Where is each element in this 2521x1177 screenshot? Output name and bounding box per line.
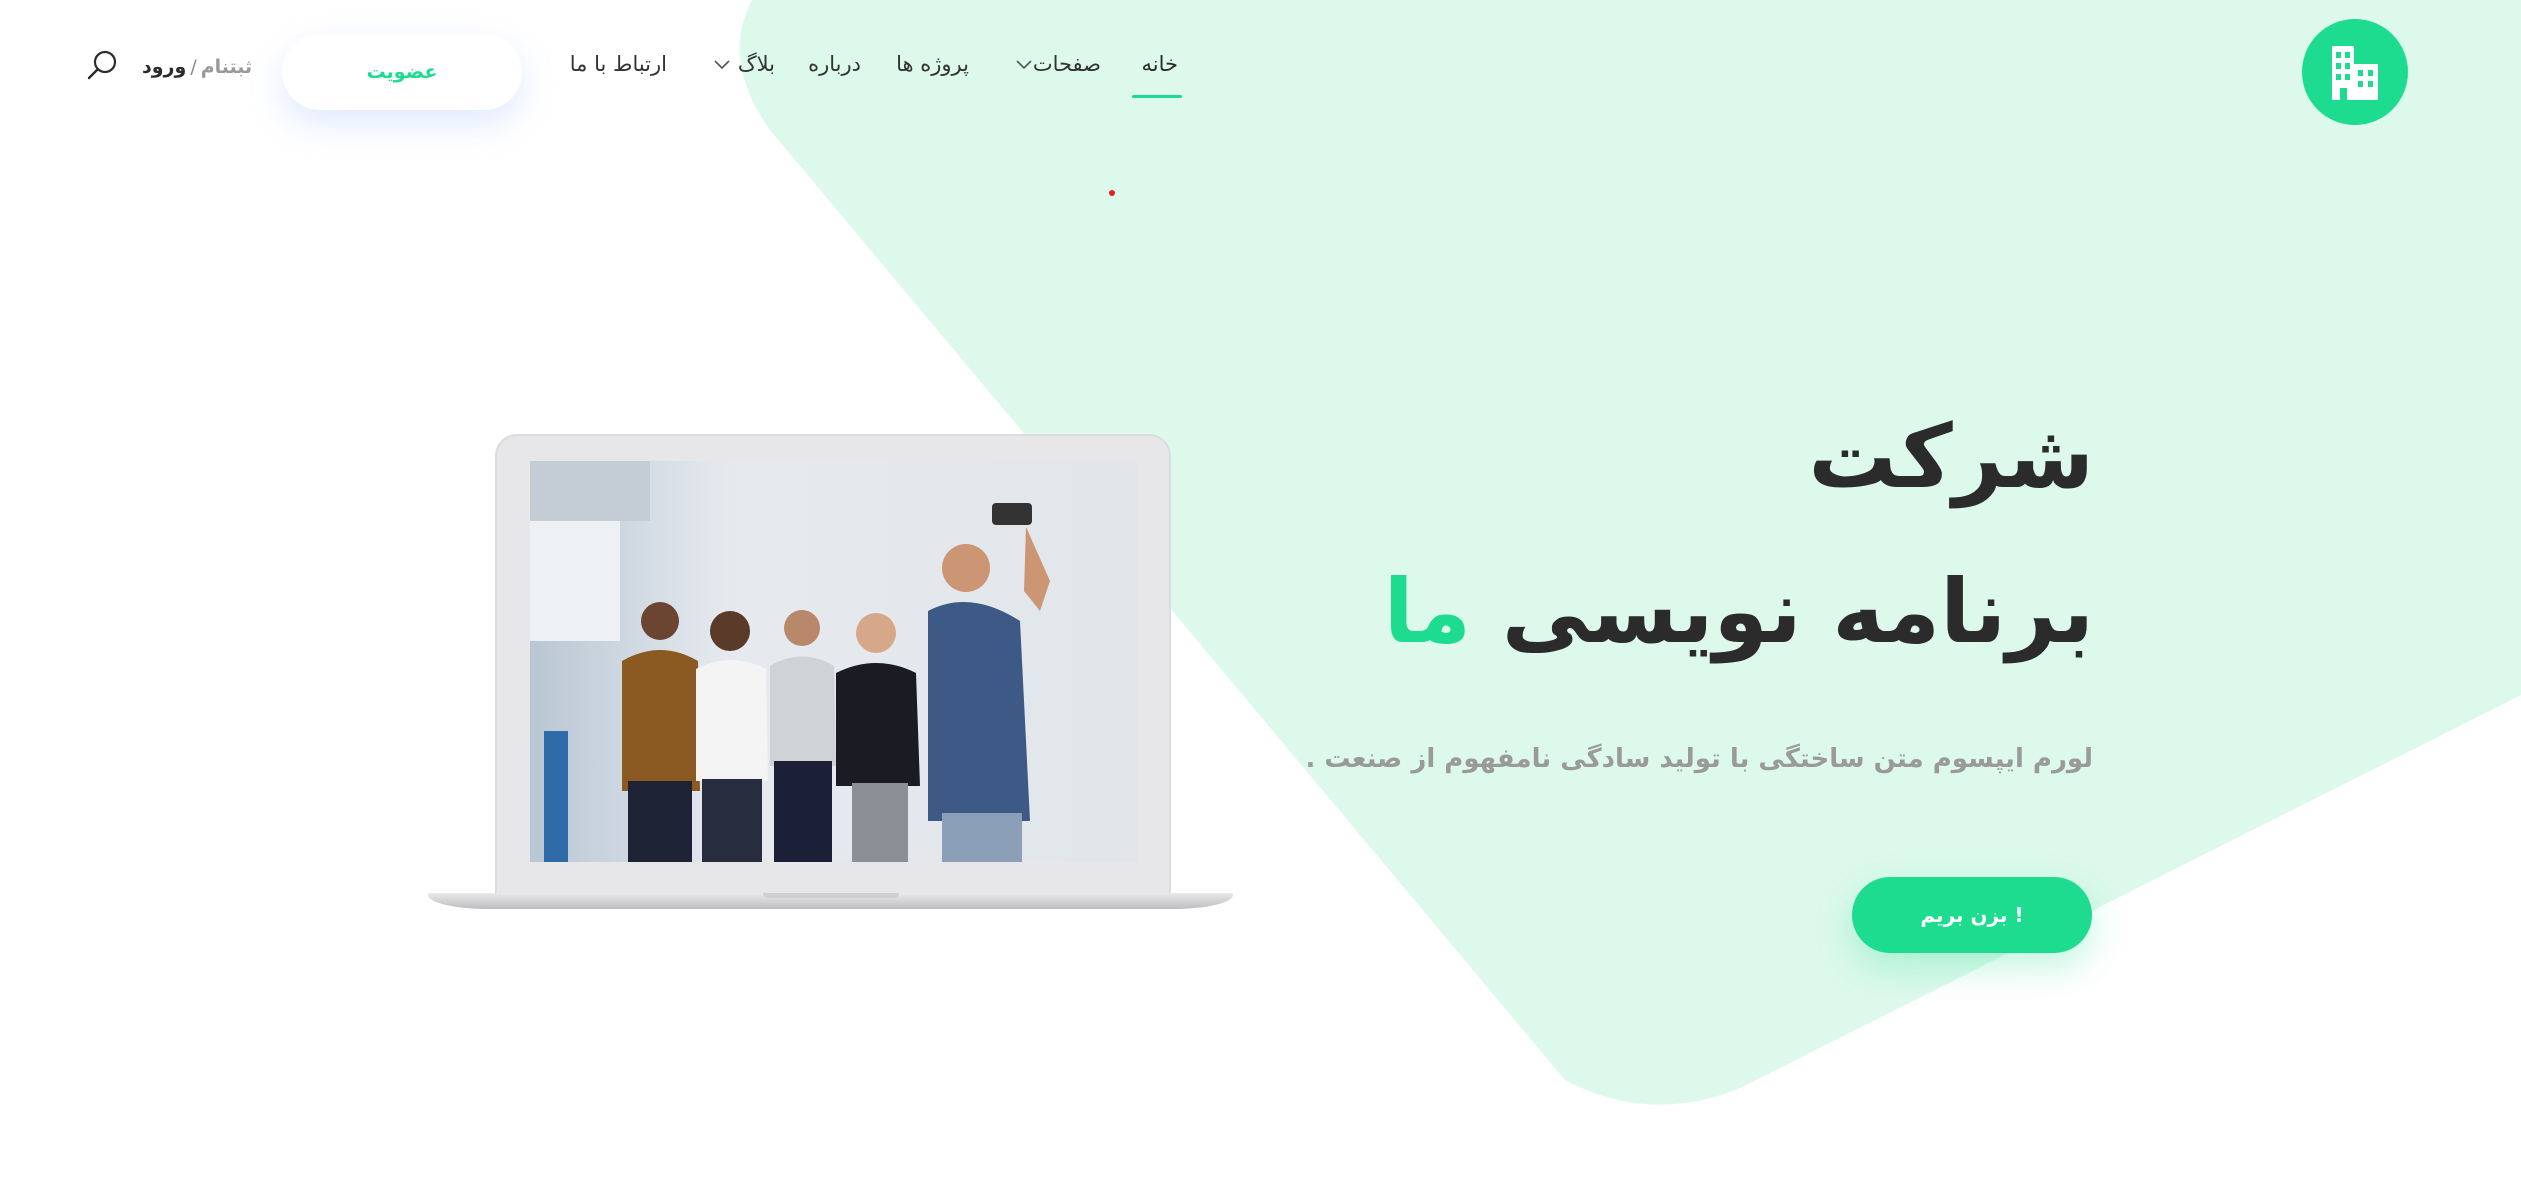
login-register: ثبتنام/ورود bbox=[142, 56, 252, 78]
signup-button[interactable]: عضویت bbox=[282, 34, 522, 110]
logo[interactable] bbox=[2302, 19, 2408, 125]
register-link[interactable]: ثبتنام bbox=[201, 56, 252, 78]
page: خانه صفحات پروژه ها درباره بلاگ ارتباط ب… bbox=[0, 0, 2521, 1177]
building-icon bbox=[2332, 46, 2378, 100]
background-shape bbox=[739, 0, 2521, 1105]
chevron-down-icon[interactable] bbox=[1016, 60, 1032, 70]
nav-active-indicator bbox=[1132, 95, 1182, 98]
nav-pages[interactable]: صفحات bbox=[1033, 52, 1101, 76]
nav-blog[interactable]: بلاگ bbox=[738, 52, 775, 76]
hero-title-line2: برنامه نویسی ما bbox=[1384, 560, 2094, 663]
login-link[interactable]: ورود bbox=[142, 56, 186, 78]
laptop-photo bbox=[530, 461, 1138, 862]
hero-title-accent: ما bbox=[1383, 560, 1472, 663]
cta-button[interactable]: بزن بریم ! bbox=[1852, 877, 2092, 953]
nav-projects[interactable]: پروژه ها bbox=[896, 52, 969, 76]
hero-subtitle: لورم ایپسوم متن ساختگی با تولید سادگی نا… bbox=[1305, 744, 2093, 774]
chevron-down-icon[interactable] bbox=[714, 60, 730, 70]
hero-title-main: برنامه نویسی bbox=[1501, 560, 2094, 663]
red-dot bbox=[1109, 190, 1115, 196]
nav-contact[interactable]: ارتباط با ما bbox=[570, 52, 667, 76]
login-separator: / bbox=[190, 56, 197, 78]
hero-title-line1: شرکت bbox=[1808, 405, 2094, 508]
team-selfie-photo bbox=[530, 461, 1138, 862]
nav-about[interactable]: درباره bbox=[808, 52, 861, 76]
laptop-notch bbox=[763, 893, 899, 898]
nav-home[interactable]: خانه bbox=[1142, 52, 1178, 76]
search-icon[interactable] bbox=[86, 48, 120, 82]
